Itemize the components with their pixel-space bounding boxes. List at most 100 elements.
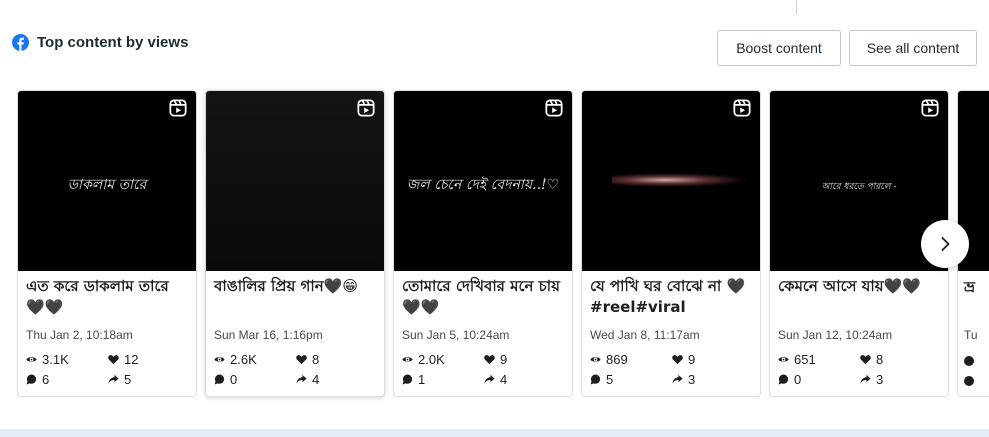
views-count: 2.6K — [230, 352, 257, 367]
post-caption[interactable]: ভ্র — [964, 276, 975, 301]
views-count: 2.0K — [418, 352, 445, 367]
carousel-next-button[interactable] — [921, 220, 969, 268]
post-date: Sun Mar 16, 1:16pm — [214, 328, 323, 342]
video-thumbnail[interactable] — [206, 91, 384, 271]
post-date: Sun Jan 12, 10:24am — [778, 328, 893, 342]
share-icon — [860, 374, 871, 384]
likes-stat: 8 — [296, 352, 319, 367]
likes-count: 9 — [500, 352, 508, 367]
video-thumbnail[interactable]: ডাকলাম তারে — [18, 91, 196, 271]
comments-count: 0 — [230, 372, 238, 387]
content-card[interactable]: বাঙালির প্রিয় গান🖤😁 Sun Mar 16, 1:16pm … — [205, 90, 385, 397]
post-caption[interactable]: যে পাখি ঘর বোঝে না 🖤 #reel#viral — [590, 276, 754, 318]
comments-stat: 0 — [214, 372, 237, 387]
post-date: Sun Jan 5, 10:24am — [402, 328, 510, 342]
shares-stat: 3 — [860, 372, 883, 387]
shares-count: 3 — [688, 372, 696, 387]
reel-icon — [733, 99, 751, 117]
shares-count: 5 — [124, 372, 132, 387]
share-icon — [672, 374, 683, 384]
shares-count: 4 — [312, 372, 320, 387]
thumbnail-overlay-text: ডাকলাম তারে — [67, 177, 147, 193]
post-date: Tu — [964, 328, 978, 342]
comment-icon — [402, 374, 413, 385]
shares-stat: 3 — [672, 372, 695, 387]
eye-icon — [402, 357, 413, 362]
thumbnail-overlay-text: আরে ধরতে পারলে - — [821, 182, 897, 192]
heart-icon — [484, 355, 495, 365]
eye-icon — [214, 357, 225, 362]
section-title: Top content by views — [37, 34, 189, 51]
heart-icon — [672, 355, 683, 365]
views-count: 651 — [794, 352, 816, 367]
bottom-section-divider — [0, 429, 989, 437]
heart-icon — [296, 355, 307, 365]
views-stat: 651 — [778, 352, 816, 367]
reel-icon — [545, 99, 563, 117]
video-thumbnail[interactable] — [582, 91, 760, 271]
shares-count: 3 — [876, 372, 884, 387]
likes-count: 8 — [876, 352, 884, 367]
comment-icon — [214, 374, 225, 385]
content-card[interactable]: জল চেনে দেই বেদনায়..!♡ তোমারে দেখিবার ম… — [393, 90, 573, 397]
comment-icon — [964, 376, 974, 386]
shares-stat: 4 — [484, 372, 507, 387]
views-stat: 869 — [590, 352, 628, 367]
comment-icon — [778, 374, 789, 385]
shares-stat: 4 — [296, 372, 319, 387]
views-stat: 3.1K — [26, 352, 69, 367]
eye-icon — [964, 356, 974, 366]
comments-count: 1 — [418, 372, 426, 387]
reel-icon — [357, 99, 375, 117]
chevron-right-icon — [941, 237, 950, 251]
top-divider — [796, 0, 797, 14]
post-caption[interactable]: কেমনে আসে যায়🖤🖤 — [778, 276, 942, 297]
eye-icon — [590, 357, 601, 362]
video-thumbnail[interactable]: জল চেনে দেই বেদনায়..!♡ — [394, 91, 572, 271]
post-date: Wed Jan 8, 11:17am — [590, 328, 700, 342]
likes-stat: 12 — [108, 352, 138, 367]
comment-icon — [26, 374, 37, 385]
likes-stat: 9 — [672, 352, 695, 367]
comments-stat: 1 — [402, 372, 425, 387]
comment-icon — [590, 374, 601, 385]
facebook-icon — [12, 34, 29, 51]
share-icon — [296, 374, 307, 384]
likes-stat: 8 — [860, 352, 883, 367]
content-card[interactable]: ডাকলাম তারে এত করে ডাকলাম তারে 🖤🖤 Thu Ja… — [17, 90, 197, 397]
comments-stat: 5 — [590, 372, 613, 387]
comments-count: 5 — [606, 372, 614, 387]
views-stat: 2.0K — [402, 352, 445, 367]
views-count: 3.1K — [42, 352, 69, 367]
comments-count: 6 — [42, 372, 50, 387]
likes-count: 12 — [124, 352, 139, 367]
content-card[interactable]: যে পাখি ঘর বোঝে না 🖤 #reel#viral Wed Jan… — [581, 90, 761, 397]
likes-stat: 9 — [484, 352, 507, 367]
likes-count: 9 — [688, 352, 696, 367]
shares-count: 4 — [500, 372, 508, 387]
post-caption[interactable]: তোমারে দেখিবার মনে চায়🖤🖤 — [402, 276, 566, 318]
likes-count: 8 — [312, 352, 320, 367]
light-streak — [612, 173, 747, 187]
views-stat: 2.6K — [214, 352, 257, 367]
comments-stat: 0 — [778, 372, 801, 387]
post-caption[interactable]: এত করে ডাকলাম তারে 🖤🖤 — [26, 276, 190, 318]
see-all-content-button[interactable]: See all content — [849, 30, 977, 66]
eye-icon — [26, 357, 37, 362]
share-icon — [484, 374, 495, 384]
post-date: Thu Jan 2, 10:18am — [26, 328, 133, 342]
shares-stat: 5 — [108, 372, 131, 387]
comments-stat: 6 — [26, 372, 49, 387]
post-caption[interactable]: বাঙালির প্রিয় গান🖤😁 — [214, 276, 378, 297]
reel-icon — [921, 99, 939, 117]
heart-icon — [860, 355, 871, 365]
section-header: Top content by views — [12, 34, 188, 51]
heart-icon — [108, 355, 119, 365]
views-count: 869 — [606, 352, 628, 367]
eye-icon — [778, 357, 789, 362]
thumbnail-overlay-text: জল চেনে দেই বেদনায়..!♡ — [406, 177, 560, 193]
boost-content-button[interactable]: Boost content — [717, 30, 841, 66]
share-icon — [108, 374, 119, 384]
comments-count: 0 — [794, 372, 802, 387]
reel-icon — [169, 99, 187, 117]
